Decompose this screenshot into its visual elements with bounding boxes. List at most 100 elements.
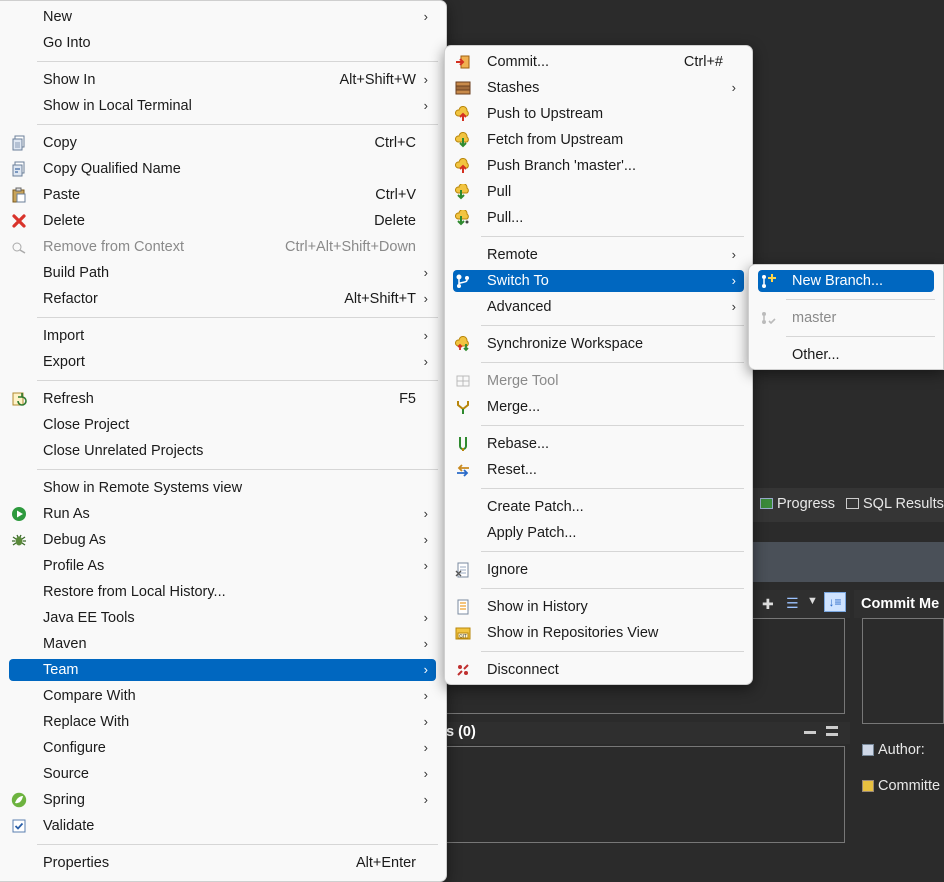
- menu1-item-configure[interactable]: Configure ›: [0, 736, 446, 760]
- menu1-item-refactor[interactable]: Refactor Alt+Shift+T ›: [0, 287, 446, 311]
- menu1-item-refresh[interactable]: Refresh F5: [0, 387, 446, 411]
- menu1-item-maven[interactable]: Maven ›: [0, 632, 446, 656]
- menu2-item-disconnect[interactable]: Disconnect: [445, 658, 752, 682]
- menu-item-label: Show in Remote Systems view: [43, 480, 243, 496]
- repositories-icon: GIT: [455, 625, 471, 641]
- menu1-item-copy[interactable]: Copy Ctrl+C: [0, 131, 446, 155]
- menu2-item-apply-patch[interactable]: Apply Patch...: [445, 521, 752, 545]
- merge-icon: [455, 399, 471, 415]
- menu1-item-properties[interactable]: Properties Alt+Enter: [0, 851, 446, 875]
- menu-item-label: Restore from Local History...: [43, 584, 226, 600]
- menu2-item-ignore[interactable]: Ignore: [445, 558, 752, 582]
- menu1-item-profile-as[interactable]: Profile As ›: [0, 554, 446, 578]
- menu2-item-show-in-repositories-view[interactable]: GIT Show in Repositories View: [445, 621, 752, 645]
- menu-item-label: Pull...: [487, 210, 524, 226]
- menu-item-label: Show in Local Terminal: [43, 98, 192, 114]
- menu2-item-commit[interactable]: Commit... Ctrl+#: [445, 50, 752, 74]
- chevron-right-icon: ›: [423, 328, 428, 343]
- shortcut-label: Ctrl+C: [374, 135, 417, 151]
- menu2-item-pull[interactable]: Pull...: [445, 206, 752, 230]
- menu-item-label: Show in Repositories View: [487, 625, 659, 641]
- menu-item-label: Import: [43, 328, 85, 344]
- menu1-item-close-unrelated-projects[interactable]: Close Unrelated Projects: [0, 439, 446, 463]
- menu1-item-new[interactable]: New ›: [0, 5, 446, 29]
- menu-item-label: Create Patch...: [487, 499, 584, 515]
- menu3-item-other[interactable]: Other...: [749, 343, 943, 367]
- menu-separator: [481, 488, 744, 489]
- menu2-item-reset[interactable]: Reset...: [445, 458, 752, 482]
- menu2-item-show-in-history[interactable]: Show in History: [445, 595, 752, 619]
- menu-item-label: Export: [43, 354, 85, 370]
- menu2-item-synchronize-workspace[interactable]: Synchronize Workspace: [445, 332, 752, 356]
- menu2-item-create-patch[interactable]: Create Patch...: [445, 495, 752, 519]
- menu1-item-build-path[interactable]: Build Path ›: [0, 261, 446, 285]
- menu1-item-restore-from-local-history[interactable]: Restore from Local History...: [0, 580, 446, 604]
- staged-count-label: s (0): [446, 724, 476, 740]
- menu3-item-new-branch[interactable]: New Branch...: [749, 269, 943, 293]
- list-icon[interactable]: ☰: [786, 595, 799, 612]
- menu2-item-pull[interactable]: Pull: [445, 180, 752, 204]
- new-branch-icon: [760, 273, 776, 289]
- menu1-item-java-ee-tools[interactable]: Java EE Tools ›: [0, 606, 446, 630]
- menu2-item-fetch-from-upstream[interactable]: Fetch from Upstream: [445, 128, 752, 152]
- menu1-item-validate[interactable]: Validate: [0, 814, 446, 838]
- chevron-right-icon: ›: [423, 532, 428, 547]
- menu2-item-advanced[interactable]: Advanced ›: [445, 295, 752, 319]
- menu-item-label: Validate: [43, 818, 95, 834]
- menu1-item-replace-with[interactable]: Replace With ›: [0, 710, 446, 734]
- menu-item-label: Go Into: [43, 35, 91, 51]
- menu1-item-go-into[interactable]: Go Into: [0, 31, 446, 55]
- menu-item-label: Close Unrelated Projects: [43, 443, 204, 459]
- menu-separator: [481, 362, 744, 363]
- menu-item-label: Configure: [43, 740, 106, 756]
- chevron-right-icon: ›: [423, 291, 428, 306]
- commit-message-box[interactable]: [862, 618, 944, 724]
- menu1-item-delete[interactable]: Delete Delete: [0, 209, 446, 233]
- progress-tab[interactable]: Progress: [760, 493, 840, 517]
- menu-item-label: Advanced: [487, 299, 552, 315]
- menu2-item-push-to-upstream[interactable]: Push to Upstream: [445, 102, 752, 126]
- menu1-item-export[interactable]: Export ›: [0, 350, 446, 374]
- menu1-item-copy-qualified-name[interactable]: Copy Qualified Name: [0, 157, 446, 181]
- menu-item-label: Ignore: [487, 562, 529, 578]
- chevron-down-icon[interactable]: ▼: [807, 595, 818, 607]
- sql-results-tab[interactable]: SQL Results: [846, 493, 944, 517]
- chevron-right-icon: ›: [731, 247, 736, 262]
- menu1-item-source[interactable]: Source ›: [0, 762, 446, 786]
- fetch-icon: [455, 132, 471, 148]
- minimize-icon[interactable]: [804, 731, 816, 734]
- shortcut-label: Alt+Shift+W: [339, 72, 416, 88]
- add-icon[interactable]: ✚: [762, 596, 774, 613]
- menu2-item-remote[interactable]: Remote ›: [445, 243, 752, 267]
- maximize-icon[interactable]: [826, 726, 838, 736]
- menu1-item-show-in[interactable]: Show In Alt+Shift+W ›: [0, 68, 446, 92]
- menu2-item-switch-to[interactable]: Switch To ›: [445, 269, 752, 293]
- menu1-item-run-as[interactable]: Run As ›: [0, 502, 446, 526]
- chevron-right-icon: ›: [423, 9, 428, 24]
- menu1-item-team[interactable]: Team ›: [0, 658, 446, 682]
- chevron-right-icon: ›: [423, 766, 428, 781]
- menu1-item-remove-from-context: Remove from Context Ctrl+Alt+Shift+Down: [0, 235, 446, 259]
- author-label: Author:: [878, 742, 925, 758]
- chevron-right-icon: ›: [423, 354, 428, 369]
- menu2-item-push-branch-master[interactable]: Push Branch 'master'...: [445, 154, 752, 178]
- menu2-item-merge[interactable]: Merge...: [445, 395, 752, 419]
- menu-separator: [481, 425, 744, 426]
- menu2-item-rebase[interactable]: Rebase...: [445, 432, 752, 456]
- rebase-icon: [455, 436, 471, 452]
- menu1-item-close-project[interactable]: Close Project: [0, 413, 446, 437]
- menu1-item-paste[interactable]: Paste Ctrl+V: [0, 183, 446, 207]
- menu1-item-spring[interactable]: Spring ›: [0, 788, 446, 812]
- menu1-item-debug-as[interactable]: Debug As ›: [0, 528, 446, 552]
- menu1-item-compare-with[interactable]: Compare With ›: [0, 684, 446, 708]
- menu1-item-show-in-remote-systems-view[interactable]: Show in Remote Systems view: [0, 476, 446, 500]
- menu-item-label: master: [792, 310, 837, 326]
- menu1-item-import[interactable]: Import ›: [0, 324, 446, 348]
- menu-item-label: Replace With: [43, 714, 130, 730]
- delete-icon: [11, 213, 27, 229]
- sort-icon[interactable]: ↓≡: [824, 592, 846, 612]
- chevron-right-icon: ›: [423, 72, 428, 87]
- menu1-item-show-in-local-terminal[interactable]: Show in Local Terminal ›: [0, 94, 446, 118]
- menu2-item-stashes[interactable]: Stashes ›: [445, 76, 752, 100]
- synchronize-icon: [455, 336, 471, 352]
